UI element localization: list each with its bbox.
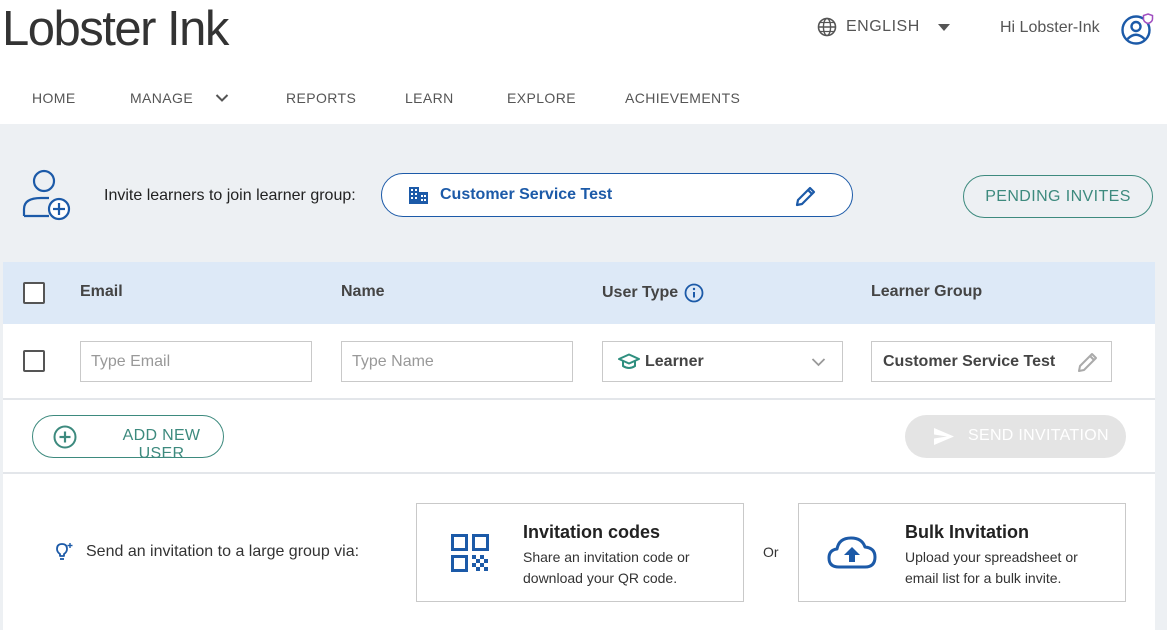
nav-reports-label: REPORTS: [286, 90, 357, 106]
cloud-upload-icon: [827, 536, 877, 569]
user-add-icon: [22, 169, 71, 221]
language-label: ENGLISH: [846, 18, 920, 35]
pending-invites-button[interactable]: PENDING INVITES: [963, 175, 1153, 218]
table-row: Learner Customer Service Test: [3, 324, 1155, 400]
learner-group-value: Customer Service Test: [883, 353, 1056, 370]
nav-explore-label: EXPLORE: [507, 90, 576, 106]
bulk-invitation-title: Bulk Invitation: [905, 522, 1030, 542]
chevron-down-icon: [215, 94, 229, 102]
pencil-icon[interactable]: [1076, 350, 1100, 374]
top-bar: Lobster Ink ENGLISH Hi Lobster-Ink: [0, 0, 1167, 62]
invitation-codes-description: Share an invitation code or download you…: [523, 549, 690, 586]
nav-manage[interactable]: MANAGE: [130, 90, 229, 106]
table-header: Email Name User Type Learner Group: [3, 262, 1155, 324]
nav-explore[interactable]: EXPLORE: [507, 90, 576, 106]
bulk-invite-section: Send an invitation to a large group via:…: [3, 474, 1155, 630]
column-learner-group: Learner Group: [871, 283, 982, 301]
globe-icon: [817, 17, 837, 37]
main-nav: HOME MANAGE REPORTS LEARN EXPLORE ACHIEV…: [0, 80, 1167, 116]
select-all-checkbox[interactable]: [23, 282, 45, 304]
user-greeting: Hi Lobster-Ink: [1000, 19, 1100, 36]
graduation-cap-icon: [618, 353, 640, 369]
nav-home-label: HOME: [32, 90, 76, 106]
chevron-down-icon: [811, 358, 826, 367]
or-separator: Or: [763, 544, 779, 560]
building-icon: [409, 187, 428, 204]
info-icon[interactable]: [684, 283, 704, 303]
invitation-codes-card[interactable]: Invitation codes Share an invitation cod…: [416, 503, 744, 602]
invite-panel: Invite learners to join learner group: C…: [0, 124, 1167, 630]
user-avatar-icon[interactable]: [1120, 12, 1154, 46]
column-user-type: User Type: [602, 283, 704, 303]
language-selector[interactable]: ENGLISH: [817, 17, 950, 37]
name-input[interactable]: [341, 341, 573, 382]
nav-manage-label: MANAGE: [130, 90, 194, 106]
add-new-user-button[interactable]: ADD NEW USER: [32, 415, 224, 462]
nav-learn[interactable]: LEARN: [405, 90, 454, 106]
column-user-type-label: User Type: [602, 284, 679, 301]
send-icon: [934, 428, 954, 445]
logo[interactable]: Lobster Ink: [2, 2, 229, 56]
column-name-label: Name: [341, 283, 385, 300]
plus-circle-icon: [53, 425, 77, 449]
nav-learn-label: LEARN: [405, 90, 454, 106]
bulk-invitation-card[interactable]: Bulk Invitation Upload your spreadsheet …: [798, 503, 1126, 602]
column-learner-group-label: Learner Group: [871, 283, 983, 300]
column-email-label: Email: [80, 283, 123, 300]
lightbulb-icon: [56, 543, 73, 560]
caret-down-icon: [937, 23, 950, 31]
user-type-value: Learner: [645, 353, 704, 370]
invite-table: Email Name User Type Learner Group Type …: [3, 262, 1155, 630]
learner-group-selector[interactable]: Customer Service Test: [381, 173, 853, 217]
invite-label: Invite learners to join learner group:: [104, 187, 356, 204]
bulk-invitation-description: Upload your spreadsheet or email list fo…: [905, 549, 1078, 586]
send-invitation-label: SEND INVITATION: [968, 427, 1109, 444]
nav-reports[interactable]: REPORTS: [286, 90, 356, 106]
send-invitation-button[interactable]: SEND INVITATION: [905, 415, 1126, 458]
column-name: Name: [341, 283, 385, 301]
row-checkbox[interactable]: [23, 350, 45, 372]
email-input[interactable]: [80, 341, 312, 382]
learner-group-field[interactable]: Customer Service Test: [871, 341, 1112, 382]
user-type-select[interactable]: Learner: [602, 341, 843, 382]
table-actions: ADD NEW USER SEND INVITATION: [3, 400, 1155, 474]
learner-group-name: Customer Service Test: [440, 186, 613, 203]
pencil-icon[interactable]: [794, 184, 818, 208]
qr-code-icon: [451, 534, 489, 572]
bulk-invite-label: Send an invitation to a large group via:: [86, 543, 360, 560]
nav-achievements-label: ACHIEVEMENTS: [625, 90, 741, 106]
invitation-codes-title: Invitation codes: [523, 522, 661, 542]
nav-achievements[interactable]: ACHIEVEMENTS: [625, 90, 740, 106]
add-new-user-label: ADD NEW USER: [122, 427, 201, 462]
nav-home[interactable]: HOME: [32, 90, 76, 106]
column-email: Email: [80, 283, 123, 301]
invite-bar: Invite learners to join learner group: C…: [0, 124, 1167, 262]
